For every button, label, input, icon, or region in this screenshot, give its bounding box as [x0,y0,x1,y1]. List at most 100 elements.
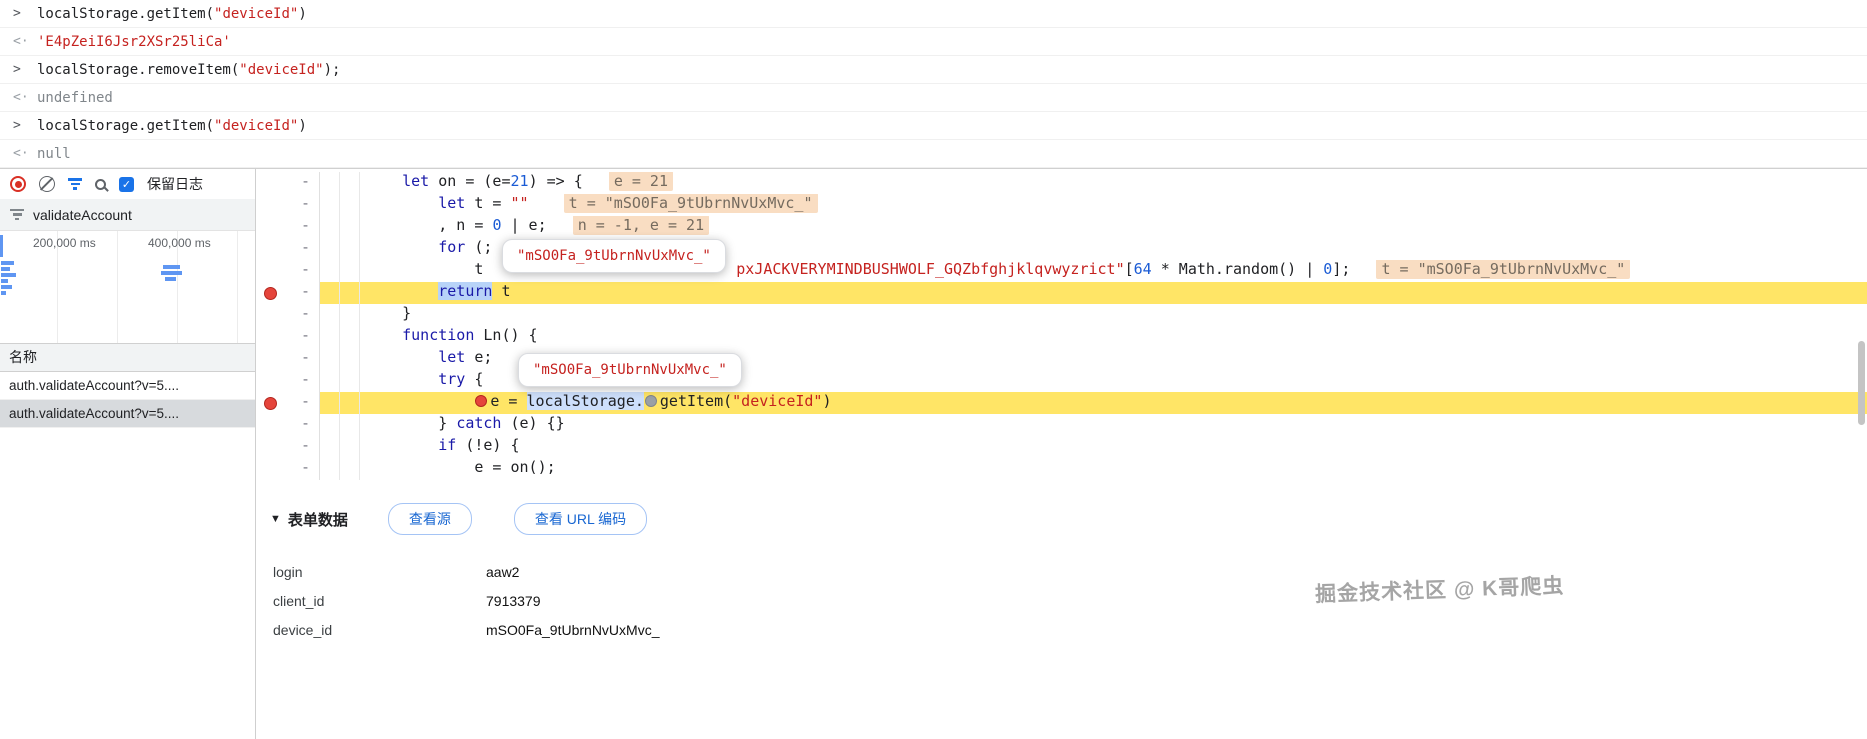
timeline-bar [163,265,180,269]
breakpoint-gutter[interactable] [256,304,284,326]
form-data-header: ▼ 表单数据 查看源 查看 URL 编码 [270,503,1867,535]
code-line: - let t = "" t = "mSO0Fa_9tUbrnNvUxMvc_" [256,194,1867,216]
inline-breakpoint-gray-icon [644,395,657,407]
disclosure-triangle-icon[interactable]: ▼ [270,513,281,525]
breakpoint-icon[interactable] [263,396,277,410]
gutter-column [340,216,360,238]
line-number-gutter[interactable]: - [284,458,320,480]
breakpoint-gutter[interactable] [256,326,284,348]
line-number-gutter[interactable]: - [284,304,320,326]
gutter-column [320,348,340,370]
view-url-encoded-button[interactable]: 查看 URL 编码 [513,503,648,535]
code-text[interactable]: e = on(); [360,458,1867,480]
breakpoint-gutter[interactable] [256,194,284,216]
line-number-gutter[interactable]: - [284,392,320,414]
code-text[interactable]: let on = (e=21) => { e = 21 [360,172,1867,194]
line-number-gutter[interactable]: - [284,370,320,392]
gutter-column [340,172,360,194]
code-token: [ [1124,260,1134,278]
console-entry-text: undefined [37,90,113,106]
timeline-gridline [237,231,238,343]
code-token: let [402,172,430,190]
line-number-gutter[interactable]: - [284,194,320,216]
breakpoint-gutter[interactable] [256,458,284,480]
code-token: catch [456,414,502,432]
code-token: ) [298,117,307,134]
code-token: "deviceId" [732,392,823,410]
network-overview-timeline[interactable]: 200,000 ms 400,000 ms [0,231,255,343]
record-button[interactable] [10,176,26,192]
network-filter-input[interactable]: validateAccount [0,199,255,231]
console-entry-text: localStorage.removeItem("deviceId"); [37,62,340,78]
code-line: - function Ln() { [256,326,1867,348]
clear-button[interactable] [39,176,55,192]
gutter-column [340,392,360,414]
line-number-gutter[interactable]: - [284,216,320,238]
filter-toggle-icon[interactable] [68,178,82,190]
network-request-row[interactable]: auth.validateAccount?v=5.... [0,400,255,428]
code-token: ) [298,5,307,22]
line-number-gutter[interactable]: - [284,326,320,348]
code-text[interactable]: function Ln() { [360,326,1867,348]
timeline-tick: 400,000 ms [148,236,211,250]
breakpoint-gutter[interactable] [256,172,284,194]
breakpoint-gutter[interactable] [256,436,284,458]
form-field-value: aaw2 [486,563,520,580]
timeline-tick: 200,000 ms [33,236,96,250]
breakpoint-gutter[interactable] [256,238,284,260]
code-text[interactable]: if (!e) { [360,436,1867,458]
gutter-column [320,260,340,282]
form-data-title: 表单数据 [287,511,348,529]
console-entry-text: localStorage.getItem("deviceId") [37,6,307,22]
breakpoint-gutter[interactable] [256,216,284,238]
code-token: "deviceId" [214,5,299,22]
gutter-column [340,326,360,348]
form-data-row: client_id 7913379 [270,586,1867,615]
console-output-entry: <· null [0,140,1867,168]
line-number-gutter[interactable]: - [284,436,320,458]
form-data-row: device_id mSO0Fa_9tUbrnNvUxMvc_ [270,615,1867,644]
view-source-button[interactable]: 查看源 [387,503,472,535]
code-text[interactable]: return t [360,282,1867,304]
scrollbar-thumb[interactable] [1858,341,1865,425]
code-text[interactable]: } [360,304,1867,326]
breakpoint-gutter[interactable] [256,348,284,370]
breakpoint-gutter[interactable] [256,414,284,436]
breakpoint-gutter[interactable] [256,260,284,282]
code-line: - } catch (e) {} [256,414,1867,436]
code-token: t [492,282,511,300]
breakpoint-gutter[interactable] [256,392,284,414]
timeline-gridline [117,231,118,343]
network-request-row[interactable]: auth.validateAccount?v=5.... [0,372,255,400]
code-line: - t pxJACKVERYMINDBUSHWOLF_GQZbfghjklqvw… [256,260,1867,282]
console-arrow-icon: <· [13,90,29,105]
preserve-log-checkbox[interactable]: ✓ [119,176,134,192]
breakpoint-gutter[interactable] [256,370,284,392]
line-number-gutter[interactable]: - [284,172,320,194]
line-number-gutter[interactable]: - [284,414,320,436]
line-number-gutter[interactable]: - [284,260,320,282]
line-number-gutter[interactable]: - [284,282,320,304]
code-token: null [37,145,71,162]
code-token: getItem( [659,392,733,410]
search-icon[interactable] [95,178,106,190]
code-text[interactable]: , n = 0 | e; n = -1, e = 21 [360,216,1867,238]
code-token: function [402,326,475,344]
code-token: | e; [501,216,565,234]
code-editor: - let on = (e=21) => { e = 21- let t = "… [256,172,1867,480]
code-token: localStorage. [526,392,644,410]
code-text[interactable]: let t = "" t = "mSO0Fa_9tUbrnNvUxMvc_" [360,194,1867,216]
source-panel: - let on = (e=21) => { e = 21- let t = "… [256,169,1867,487]
breakpoint-gutter[interactable] [256,282,284,304]
line-number-gutter[interactable]: - [284,238,320,260]
breakpoint-icon[interactable] [263,286,277,300]
code-token: (; [465,238,493,256]
name-column-header[interactable]: 名称 [0,343,255,372]
console-arrow-icon: > [13,118,21,133]
code-text[interactable]: e = localStorage. getItem("deviceId") [360,392,1867,414]
line-number-gutter[interactable]: - [284,348,320,370]
code-token: e = on(); [366,458,556,476]
code-text[interactable]: } catch (e) {} [360,414,1867,436]
form-data-rows: login aaw2 client_id 7913379 device_id mSO0Fa… [270,557,1867,644]
